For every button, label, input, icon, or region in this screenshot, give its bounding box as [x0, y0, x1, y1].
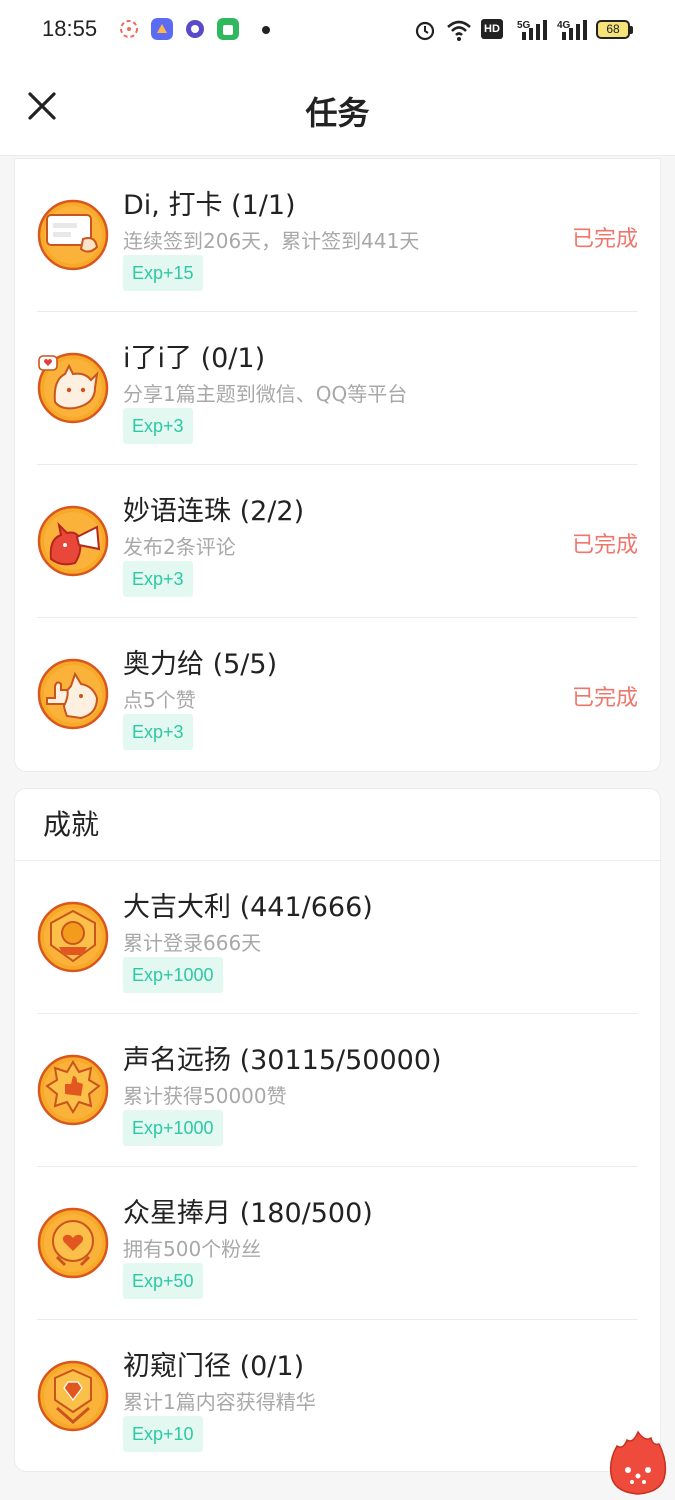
achievement-title: 众星捧月 (180/500): [123, 1198, 373, 1229]
page-title: 任务: [305, 94, 370, 132]
task-title: 妙语连珠 (2/2): [123, 496, 305, 527]
diamond-medal-icon: [37, 1360, 109, 1432]
achievement-desc: 累计登录666天: [123, 931, 262, 955]
exp-tag: Exp+10: [123, 1416, 203, 1452]
exp-tag: Exp+3: [123, 714, 193, 750]
achievement-row[interactable]: 众星捧月 (180/500) 拥有500个粉丝 Exp+50: [37, 1167, 638, 1320]
exp-tag: Exp+15: [123, 255, 203, 291]
share-cat-icon: [37, 352, 109, 424]
exp-tag: Exp+3: [123, 408, 193, 444]
checkin-card-icon: [37, 199, 109, 271]
tasks-card: Di, 打卡 (1/1) 连续签到206天，累计签到441天 Exp+15 已完…: [14, 158, 661, 772]
alarm-icon: [415, 21, 435, 41]
fortune-medal-icon: [37, 901, 109, 973]
megaphone-devil-icon: [37, 505, 109, 577]
android-app-icon: [217, 18, 239, 40]
status-done: 已完成: [571, 227, 638, 252]
achievement-desc: 累计1篇内容获得精华: [123, 1390, 316, 1414]
achievement-title: 大吉大利 (441/666): [123, 892, 373, 923]
task-title: 奥力给 (5/5): [123, 649, 278, 680]
task-row[interactable]: 妙语连珠 (2/2) 发布2条评论 Exp+3 已完成: [37, 465, 638, 618]
exp-tag: Exp+3: [123, 561, 193, 597]
exp-tag: Exp+50: [123, 1263, 203, 1299]
achievement-desc: 累计获得50000赞: [123, 1084, 287, 1108]
status-done: 已完成: [571, 686, 638, 711]
pinwheel-icon: [120, 20, 138, 38]
task-row[interactable]: i了i了 (0/1) 分享1篇主题到微信、QQ等平台 Exp+3: [37, 312, 638, 465]
flame-mascot-icon[interactable]: [607, 1430, 669, 1496]
thumb-medal-icon: [37, 1054, 109, 1126]
task-desc: 发布2条评论: [123, 535, 236, 559]
achievement-row[interactable]: 初窥门径 (0/1) 累计1篇内容获得精华 Exp+10: [37, 1320, 638, 1473]
task-row[interactable]: 奥力给 (5/5) 点5个赞 Exp+3 已完成: [37, 618, 638, 771]
task-title: Di, 打卡 (1/1): [123, 190, 296, 221]
hd-badge: HD: [481, 19, 503, 39]
task-desc: 分享1篇主题到微信、QQ等平台: [123, 382, 408, 406]
task-row[interactable]: Di, 打卡 (1/1) 连续签到206天，累计签到441天 Exp+15 已完…: [37, 159, 638, 312]
achievement-row[interactable]: 大吉大利 (441/666) 累计登录666天 Exp+1000: [37, 861, 638, 1014]
exp-tag: Exp+1000: [123, 957, 223, 993]
section-title: 成就: [43, 808, 100, 841]
signal-icon-2: [562, 20, 587, 40]
achievements-header: 成就: [15, 789, 660, 861]
heart-medal-icon: [37, 1207, 109, 1279]
status-bar: 18:55 HD 5G 4G 68: [0, 0, 675, 60]
thumbs-up-cat-icon: [37, 658, 109, 730]
wifi-icon: [447, 20, 471, 41]
page-header: 任务: [0, 60, 675, 156]
achievement-title: 声名远扬 (30115/50000): [123, 1045, 442, 1076]
task-desc: 点5个赞: [123, 688, 196, 712]
achievement-title: 初窥门径 (0/1): [123, 1351, 305, 1382]
exp-tag: Exp+1000: [123, 1110, 223, 1146]
achievement-desc: 拥有500个粉丝: [123, 1237, 262, 1261]
achievement-row[interactable]: 声名远扬 (30115/50000) 累计获得50000赞 Exp+1000: [37, 1014, 638, 1167]
app-shortcut-icon: [151, 18, 173, 40]
battery-icon: 68: [596, 20, 633, 39]
task-desc: 连续签到206天，累计签到441天: [123, 229, 420, 253]
status-time: 18:55: [42, 16, 98, 41]
task-title: i了i了 (0/1): [123, 343, 266, 374]
browser-icon: [186, 20, 204, 38]
status-done: 已完成: [571, 533, 638, 558]
notification-dot: [262, 26, 270, 34]
achievements-card: 成就 大吉大利 (441/666) 累计登录666天 Exp+1000 声名远扬…: [14, 788, 661, 1472]
signal-icon: [522, 20, 547, 40]
